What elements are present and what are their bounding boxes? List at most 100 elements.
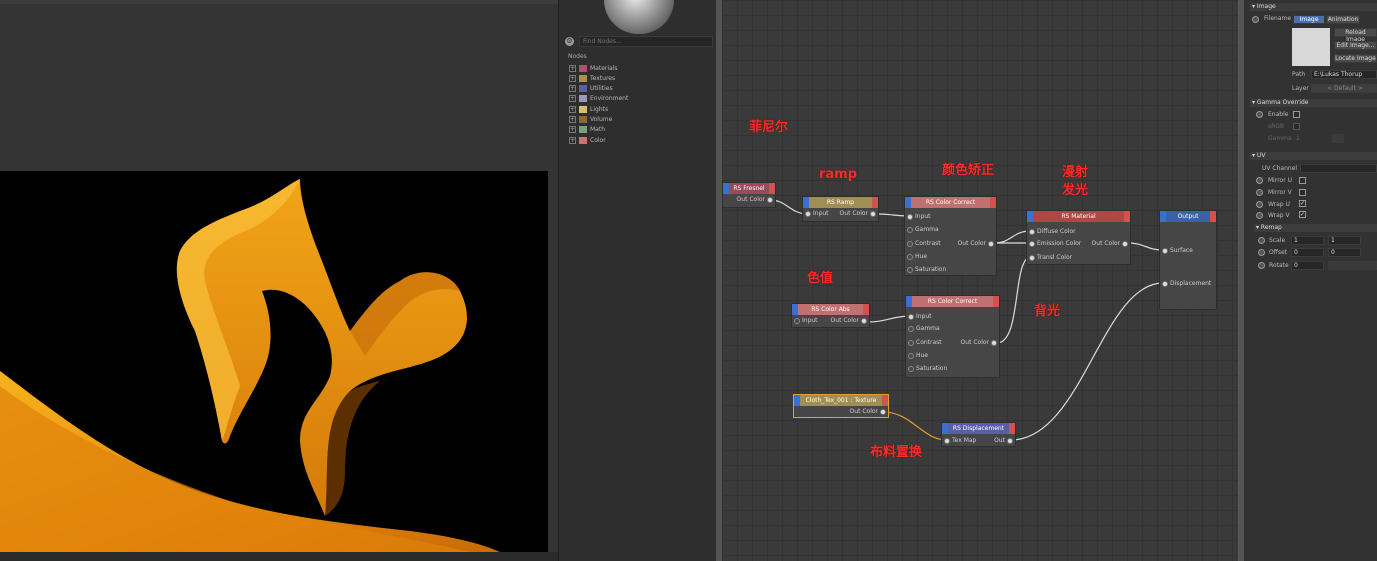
expand-icon[interactable]: +	[569, 105, 576, 113]
gamma-value[interactable]: 1	[1296, 135, 1300, 143]
expand-icon[interactable]: +	[569, 116, 576, 123]
node-category-item[interactable]: + Environment	[569, 94, 628, 104]
expand-icon[interactable]: +	[569, 136, 576, 144]
scale-x-field[interactable]: 1	[1291, 236, 1324, 245]
input-port[interactable]	[794, 318, 800, 324]
output-port[interactable]	[988, 241, 994, 247]
node-rs-color-correct-2[interactable]: RS Color Correct Input Gamma Contrast Hu…	[905, 295, 1000, 378]
rotate-slider[interactable]	[1328, 261, 1377, 270]
input-port[interactable]	[907, 254, 913, 260]
port-label: Hue	[915, 253, 928, 260]
wrap-v-checkbox[interactable]: ✓	[1299, 211, 1306, 218]
port-label: Out Color	[830, 317, 859, 324]
wrap-v-animate-radio[interactable]	[1256, 212, 1263, 219]
reload-image-button[interactable]: Reload Image	[1334, 28, 1377, 43]
viewport-toolbar[interactable]	[0, 0, 558, 4]
render-viewport[interactable]	[0, 0, 558, 561]
mirror-u-checkbox[interactable]	[1299, 177, 1306, 184]
scale-animate-radio[interactable]	[1258, 237, 1265, 244]
category-label: Textures	[590, 74, 616, 82]
input-port[interactable]	[1029, 255, 1035, 261]
input-port[interactable]	[944, 438, 950, 444]
section-image-header[interactable]: ▾ Image	[1250, 3, 1377, 11]
expand-icon[interactable]: +	[569, 74, 576, 82]
edit-image-button[interactable]: Edit Image...	[1334, 41, 1377, 50]
section-gamma-override-header[interactable]: ▾ Gamma Override	[1250, 99, 1377, 107]
node-category-item[interactable]: + Math	[569, 125, 605, 135]
output-port[interactable]	[870, 211, 876, 217]
rotate-field[interactable]: 0	[1291, 261, 1324, 270]
image-thumbnail[interactable]	[1292, 28, 1330, 66]
enable-checkbox[interactable]	[1293, 111, 1300, 118]
node-output[interactable]: Output Surface Displacement	[1159, 210, 1217, 310]
node-category-item[interactable]: + Materials	[569, 63, 618, 73]
filename-animate-radio[interactable]	[1252, 16, 1259, 23]
output-port[interactable]	[880, 409, 886, 415]
output-port[interactable]	[1122, 241, 1128, 247]
node-category-item[interactable]: + Utilities	[569, 84, 613, 94]
srgb-checkbox[interactable]	[1293, 123, 1300, 130]
input-port[interactable]	[907, 241, 913, 247]
expand-icon[interactable]: +	[569, 85, 576, 93]
input-port[interactable]	[908, 326, 914, 332]
wrap-v-label: Wrap V	[1268, 212, 1290, 219]
input-port[interactable]	[907, 227, 913, 233]
node-search-input[interactable]	[579, 36, 713, 47]
node-rs-fresnel[interactable]: RS Fresnel Out Color	[722, 182, 776, 208]
input-port[interactable]	[908, 314, 914, 320]
input-port[interactable]	[908, 353, 914, 359]
tab-animation[interactable]: Animation	[1326, 15, 1360, 24]
layer-dropdown[interactable]: < Default >	[1311, 84, 1377, 93]
node-rs-displacement[interactable]: RS Displacement Tex Map Out	[941, 422, 1016, 447]
node-rs-ramp[interactable]: RS Ramp Input Out Color	[802, 196, 879, 222]
mirror-v-animate-radio[interactable]	[1256, 189, 1263, 196]
expand-icon[interactable]: +	[569, 64, 576, 72]
mirror-u-animate-radio[interactable]	[1256, 177, 1263, 184]
node-rs-color-correct-1[interactable]: RS Color Correct Input Gamma Contrast Hu…	[904, 196, 997, 276]
expand-icon[interactable]: +	[569, 95, 576, 103]
mirror-v-checkbox[interactable]	[1299, 189, 1306, 196]
enable-animate-radio[interactable]	[1256, 111, 1263, 118]
path-field[interactable]: E:\Lukas Thorup Produ	[1311, 70, 1377, 79]
input-port[interactable]	[908, 340, 914, 346]
scale-y-field[interactable]: 1	[1328, 236, 1361, 245]
input-port[interactable]	[1029, 229, 1035, 235]
port-label: Saturation	[916, 365, 948, 372]
node-rs-color-abs[interactable]: RS Color Abs Input Out Color	[791, 303, 870, 328]
offset-x-field[interactable]: 0	[1291, 248, 1324, 257]
node-category-item[interactable]: + Volume	[569, 115, 612, 125]
node-graph-editor[interactable]: RS Fresnel Out Color RS Ramp Input Out C…	[722, 0, 1238, 561]
input-port[interactable]	[1029, 241, 1035, 247]
locate-image-button[interactable]: Locate Image	[1334, 54, 1377, 63]
uv-channel-field[interactable]	[1300, 164, 1377, 173]
input-port[interactable]	[1162, 248, 1168, 254]
input-port[interactable]	[908, 366, 914, 372]
node-cloth-texture[interactable]: Cloth_Tex_001 : Texture Out Color	[793, 394, 889, 418]
gamma-slider[interactable]	[1332, 134, 1344, 143]
output-port[interactable]	[767, 197, 773, 203]
input-port[interactable]	[805, 211, 811, 217]
offset-y-field[interactable]: 0	[1328, 248, 1361, 257]
node-category-item[interactable]: + Textures	[569, 73, 615, 83]
output-port[interactable]	[1007, 438, 1013, 444]
wrap-u-animate-radio[interactable]	[1256, 201, 1263, 208]
node-rs-material[interactable]: RS Material Diffuse Color Emission Color…	[1026, 210, 1131, 265]
section-remap-header[interactable]: ▾ Remap	[1254, 224, 1377, 232]
section-uv-header[interactable]: ▾ UV	[1250, 152, 1377, 160]
offset-animate-radio[interactable]	[1258, 249, 1265, 256]
tab-image[interactable]: Image	[1293, 15, 1325, 24]
search-icon[interactable]: ⚙	[565, 37, 574, 46]
input-port[interactable]	[907, 267, 913, 273]
input-port[interactable]	[1162, 281, 1168, 287]
category-color-swatch	[579, 85, 587, 93]
wire-material-surface	[1127, 242, 1164, 251]
category-color-swatch	[579, 74, 587, 82]
node-category-item[interactable]: + Lights	[569, 104, 608, 114]
rotate-animate-radio[interactable]	[1258, 262, 1265, 269]
output-port[interactable]	[861, 318, 867, 324]
node-category-item[interactable]: + Color	[569, 135, 606, 145]
input-port[interactable]	[907, 214, 913, 220]
expand-icon[interactable]: +	[569, 126, 576, 134]
wrap-u-checkbox[interactable]: ✓	[1299, 200, 1306, 207]
output-port[interactable]	[991, 340, 997, 346]
